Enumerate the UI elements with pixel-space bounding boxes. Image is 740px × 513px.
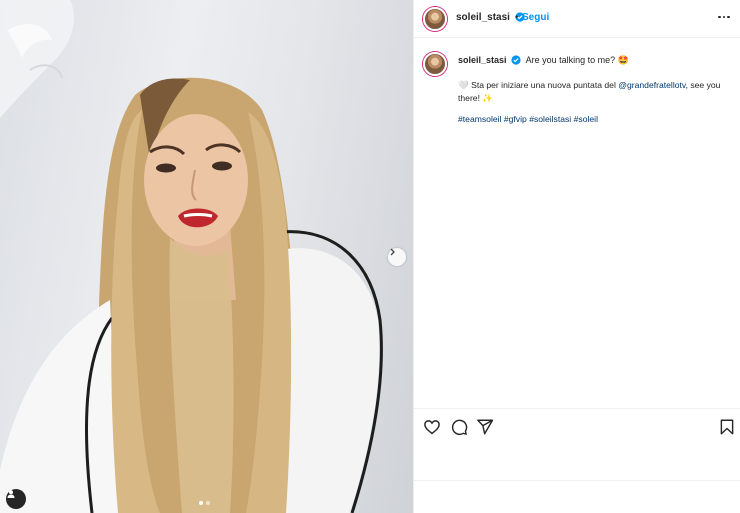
comment-icon[interactable] [450,418,468,436]
caption-title: Are you talking to me? 🤩 [525,55,629,65]
wall-ornament [0,0,75,118]
follow-button[interactable]: Segui [522,12,549,23]
post-photo [0,0,413,513]
hashtags: #teamsoleil #gfvip #soleilstasi #soleil [458,114,598,124]
hashtag-link[interactable]: #soleilstasi [529,114,571,124]
user-tag-icon [7,490,15,498]
verified-badge-icon [511,55,521,65]
share-icon[interactable] [476,418,494,436]
mention-link[interactable]: @grandefratellotv [618,80,685,90]
username-text[interactable]: soleil_stasi [456,12,510,23]
post-actions [414,408,740,480]
carousel-indicator [199,501,210,505]
post-side-panel: soleil_stasi • Segui soleil_stasi Are yo… [413,0,740,513]
avatar[interactable] [423,7,447,31]
caption-text: 🤍 Sta per iniziare una nuova puntata del [458,80,619,90]
caption-body: 🤍 Sta per iniziare una nuova puntata del… [458,79,733,105]
more-options-button[interactable] [717,10,731,24]
portrait-illustration [0,0,383,513]
more-options-icon [718,15,721,19]
header-separator: • [515,12,519,22]
add-comment-bar[interactable] [414,480,740,513]
chevron-right-icon [390,248,395,256]
post-header: soleil_stasi • Segui [414,0,740,38]
heart-icon[interactable] [423,418,441,436]
hashtag-link[interactable]: #teamsoleil [458,114,501,124]
bookmark-icon[interactable] [718,418,736,436]
carousel-dot-active [199,501,203,505]
caption-username[interactable]: soleil_stasi [458,55,507,65]
carousel-next-button[interactable] [388,248,406,266]
user-tags-button[interactable] [6,489,26,509]
carousel-dot [206,501,210,505]
hashtag-link[interactable]: #soleil [574,114,598,124]
hashtag-link[interactable]: #gfvip [504,114,527,124]
caption-first-line: soleil_stasi Are you talking to me? 🤩 [458,55,629,66]
caption-avatar[interactable] [423,52,447,76]
